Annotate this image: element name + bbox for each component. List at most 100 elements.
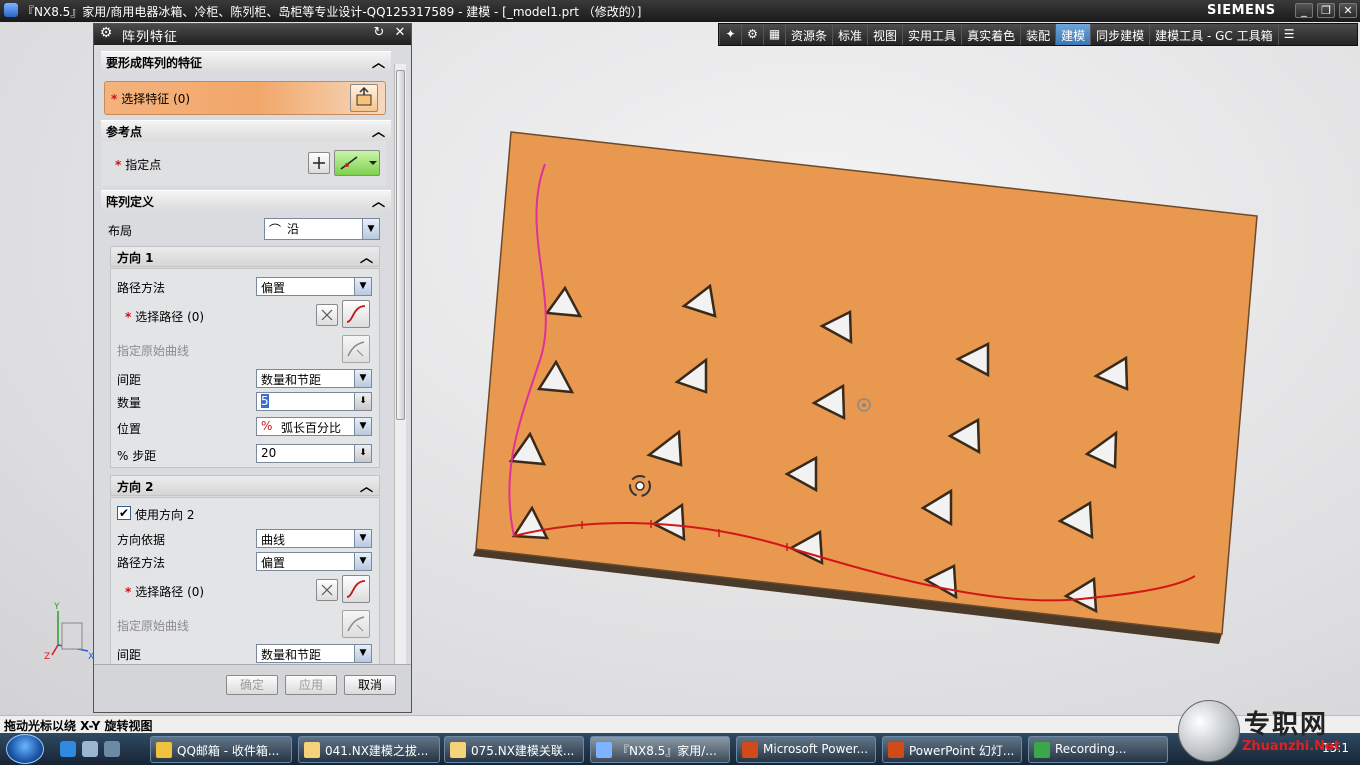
use-direction2-label: 使用方向 2 [135, 508, 195, 522]
tab-standard[interactable]: 标准 [832, 24, 867, 45]
pitch-input[interactable]: 20 ⬇ [256, 444, 372, 463]
original-curve-button[interactable] [342, 335, 370, 363]
tab-resource-bar[interactable]: 资源条 [785, 24, 832, 45]
direction-basis-label: 方向依据 [117, 533, 166, 547]
taskbar-nx[interactable]: 『NX8.5』家用/... [590, 736, 730, 763]
reverse-icon [321, 309, 333, 321]
reset-icon[interactable]: ↻ [370, 25, 388, 43]
settings-gear-icon[interactable]: ⚙ [741, 24, 763, 45]
folder-icon [304, 742, 320, 758]
tab-true-shading[interactable]: 真实着色 [961, 24, 1020, 45]
pattern-feature-dialog: ⚙ 阵列特征 ↻ ✕ 要形成阵列的特征 ︿ * 选择特征 (0) 参考点 ︿ * 指… [93, 23, 412, 713]
taskbar-folder-075[interactable]: 075.NX建模关联... [444, 736, 584, 763]
tab-gc-toolkit[interactable]: 建模工具 - GC 工具箱 [1149, 24, 1277, 45]
tab-modeling[interactable]: 建模 [1055, 24, 1091, 45]
scrollbar-thumb[interactable] [396, 70, 405, 420]
reverse-direction-button-2[interactable] [316, 579, 338, 601]
original-curve-label: 指定原始曲线 [117, 344, 190, 358]
position-select[interactable]: % 弧长百分比 ▼ [256, 417, 372, 436]
chevron-down-icon: ▼ [354, 418, 371, 435]
watermark: 专职网 Zhuanzhi.Net [1178, 700, 1360, 765]
original-curve-button-2[interactable] [342, 610, 370, 638]
ribbon-menu-icon[interactable]: ☰ [1277, 24, 1300, 45]
apply-button[interactable]: 应用 [285, 675, 337, 695]
curve-icon [346, 305, 366, 323]
curve-icon [346, 580, 366, 598]
recorder-icon [1034, 742, 1050, 758]
original-curve-icon [347, 616, 365, 632]
nx-app-icon [4, 3, 18, 17]
tab-assembly[interactable]: 装配 [1020, 24, 1055, 45]
path-method-label: 路径方法 [117, 281, 166, 295]
tab-utilities[interactable]: 实用工具 [902, 24, 961, 45]
grid-icon[interactable]: ▦ [763, 24, 785, 45]
collapse-chevron-icon[interactable]: ︿ [372, 52, 385, 71]
collapse-chevron-icon[interactable]: ︿ [372, 121, 385, 140]
select-feature-button[interactable] [350, 84, 378, 112]
nx-logo-icon[interactable]: ✦ [719, 24, 741, 45]
reverse-direction-button[interactable] [316, 304, 338, 326]
path-method-select[interactable]: 偏置 ▼ [256, 277, 372, 296]
collapse-chevron-icon[interactable]: ︿ [360, 476, 373, 495]
chevron-down-icon: ▼ [354, 278, 371, 295]
tab-synchronous-modeling[interactable]: 同步建模 [1090, 24, 1149, 45]
taskbar-slideshow[interactable]: PowerPoint 幻灯... [882, 736, 1022, 763]
cancel-button[interactable]: 取消 [344, 675, 396, 695]
spacing-select-2[interactable]: 数量和节距 ▼ [256, 644, 372, 663]
section-definition-title: 阵列定义 [106, 195, 155, 209]
ie-icon[interactable] [60, 741, 76, 757]
dialog-settings-icon[interactable]: ⚙ [97, 25, 115, 43]
tab-view[interactable]: 视图 [867, 24, 902, 45]
taskbar-qqmail[interactable]: QQ邮箱 - 收件箱... [150, 736, 292, 763]
view-triad-icon: Y X Z [44, 602, 94, 662]
reference-point-panel: * 指定点 [101, 141, 386, 186]
minimize-button[interactable]: _ [1295, 3, 1313, 18]
feature-cube-icon [356, 86, 372, 106]
chevron-down-icon: ▼ [354, 553, 371, 570]
direction1-title: 方向 1 [117, 251, 154, 265]
point-inference-dropdown[interactable] [334, 150, 380, 176]
original-curve-label-2: 指定原始曲线 [117, 619, 190, 633]
section-definition-header[interactable]: 阵列定义 ︿ [101, 190, 391, 210]
select-feature-row[interactable]: * 选择特征 (0) [104, 81, 386, 115]
window-titlebar: 『NX8.5』家用/商用电器冰箱、冷柜、陈列柜、岛柜等专业设计-QQ125317… [0, 0, 1360, 22]
taskbar-recording[interactable]: Recording... [1028, 736, 1168, 763]
qq-icon [156, 742, 172, 758]
restore-button[interactable]: ❐ [1317, 3, 1335, 18]
spacing-select[interactable]: 数量和节距 ▼ [256, 369, 372, 388]
show-desktop-icon[interactable] [82, 741, 98, 757]
direction1-panel: 路径方法 偏置 ▼ * 选择路径 (0) 指定原始曲线 间距 数量和节距 ▼ 数量 5… [110, 268, 380, 468]
ribbon-toolbar: ✦ ⚙ ▦ 资源条 标准 视图 实用工具 真实着色 装配 建模 同步建模 建模工… [718, 23, 1358, 46]
taskbar-folder-041[interactable]: 041.NX建模之拔... [298, 736, 440, 763]
curve-select-button-2[interactable] [342, 575, 370, 603]
explorer-icon[interactable] [104, 741, 120, 757]
ok-button[interactable]: 确定 [226, 675, 278, 695]
select-path-label: 选择路径 (0) [135, 310, 205, 324]
collapse-chevron-icon[interactable]: ︿ [372, 191, 385, 210]
direction2-header[interactable]: 方向 2 ︿ [110, 475, 380, 496]
status-bar: 拖动光标以绕 X-Y 旋转视图 [0, 715, 1360, 733]
count-input[interactable]: 5 ⬇ [256, 392, 372, 411]
layout-select[interactable]: ⌒ 沿 ▼ [264, 218, 380, 240]
windows-taskbar: QQ邮箱 - 收件箱... 041.NX建模之拔... 075.NX建模关联..… [0, 733, 1360, 765]
path-method-select-2[interactable]: 偏置 ▼ [256, 552, 372, 571]
dialog-scrollbar[interactable] [394, 64, 406, 684]
curve-select-button[interactable] [342, 300, 370, 328]
collapse-chevron-icon[interactable]: ︿ [360, 247, 373, 266]
direction1-header[interactable]: 方向 1 ︿ [110, 246, 380, 267]
svg-text:Z: Z [44, 652, 50, 662]
chevron-down-icon: ▼ [354, 645, 371, 662]
taskbar-powerpoint[interactable]: Microsoft Power... [736, 736, 876, 763]
dialog-close-icon[interactable]: ✕ [391, 25, 409, 43]
watermark-ball-logo [1178, 700, 1240, 762]
point-dialog-button[interactable] [308, 152, 330, 174]
use-direction2-checkbox[interactable]: ✔ [117, 506, 131, 520]
direction2-panel: ✔ 使用方向 2 方向依据 曲线 ▼ 路径方法 偏置 ▼ * 选择路径 (0) 指定原… [110, 497, 380, 687]
section-features-header[interactable]: 要形成阵列的特征 ︿ [101, 51, 391, 71]
direction-basis-select[interactable]: 曲线 ▼ [256, 529, 372, 548]
close-window-button[interactable]: ✕ [1339, 3, 1357, 18]
point-plus-icon [313, 157, 325, 169]
arrow-down-icon: ⬇ [354, 445, 371, 462]
section-reference-header[interactable]: 参考点 ︿ [101, 120, 391, 140]
start-button[interactable] [6, 734, 44, 764]
